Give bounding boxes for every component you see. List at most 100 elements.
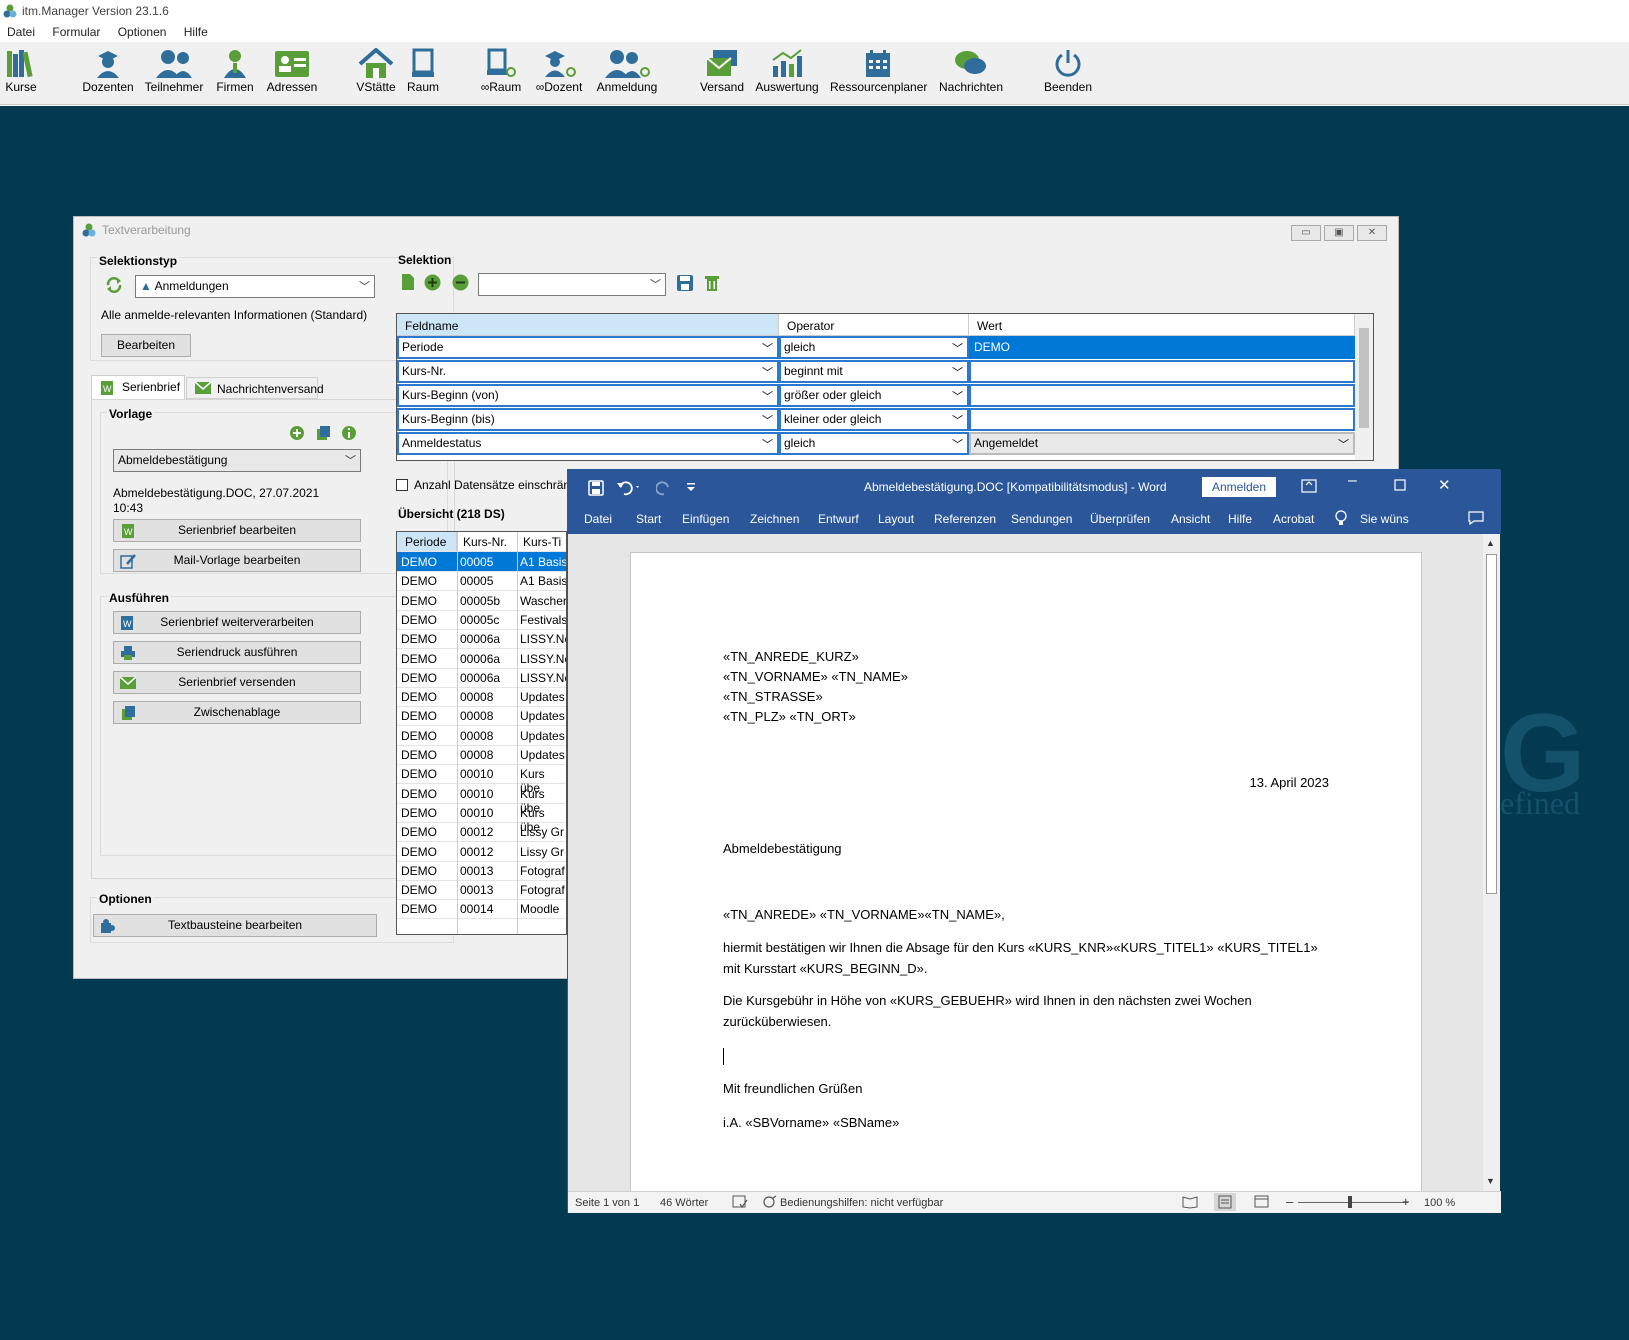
comments-icon[interactable] <box>1468 511 1484 528</box>
print-layout-icon[interactable] <box>1214 1193 1236 1211</box>
vorlage-select[interactable]: Abmeldebestätigung ﹀ <box>113 449 361 472</box>
serienbrief-bearbeiten-button[interactable]: W Serienbrief bearbeiten <box>113 519 361 542</box>
serienbrief-versenden-button[interactable]: Serienbrief versenden <box>113 671 361 694</box>
word-minimize-icon[interactable]: – <box>1348 472 1357 490</box>
ribbon-tab-sendungen[interactable]: Sendungen <box>1011 512 1072 526</box>
column-header-feldname[interactable]: Feldname <box>397 314 779 336</box>
ribbon-tab-layout[interactable]: Layout <box>878 512 914 526</box>
menu-formular[interactable]: Formular <box>45 22 107 39</box>
trash-icon[interactable] <box>704 274 720 295</box>
condition-value-cell[interactable] <box>969 384 1355 407</box>
seriendruck-ausfuehren-button[interactable]: Seriendruck ausführen <box>113 641 361 664</box>
copy-template-icon[interactable] <box>315 425 331 444</box>
remove-condition-icon[interactable] <box>452 274 469 294</box>
condition-operator-select[interactable]: gleich ﹀ <box>779 336 969 359</box>
zoom-slider[interactable] <box>1298 1202 1408 1203</box>
toolbar-anmeldung-button[interactable]: Anmeldung <box>593 46 661 94</box>
info-icon[interactable] <box>341 425 357 444</box>
column-header-periode[interactable]: Periode <box>397 532 457 551</box>
table-row[interactable]: DEMO 00010 Kurs übe <box>397 764 566 795</box>
menu-datei[interactable]: Datei <box>0 22 42 39</box>
condition-operator-select[interactable]: beginnt mit ﹀ <box>779 360 969 383</box>
web-layout-icon[interactable] <box>1254 1195 1270 1212</box>
table-row[interactable]: DEMO 00008 Updates <box>397 745 566 765</box>
scrollbar-thumb[interactable] <box>1486 554 1497 894</box>
condition-field-select[interactable]: Kurs-Beginn (von) ﹀ <box>397 384 779 407</box>
read-mode-icon[interactable] <box>1182 1195 1198 1212</box>
zoom-in-icon[interactable]: + <box>1402 1194 1410 1209</box>
toolbar-auswertung-button[interactable]: Auswertung <box>752 46 822 94</box>
word-save-icon[interactable] <box>588 480 604 499</box>
selektionstyp-edit-button[interactable]: Bearbeiten <box>101 334 191 357</box>
word-signin-button[interactable]: Anmelden <box>1202 477 1276 497</box>
redo-icon[interactable] <box>655 480 672 499</box>
word-vertical-scrollbar[interactable]: ▲ ▼ <box>1483 534 1500 1191</box>
refresh-icon[interactable] <box>105 276 123 297</box>
ribbon-tab-ansicht[interactable]: Ansicht <box>1171 512 1210 526</box>
table-row[interactable]: DEMO 00005c Festivals <box>397 610 566 630</box>
scroll-down-icon[interactable]: ▼ <box>1486 1176 1495 1186</box>
new-selection-icon[interactable] <box>401 273 415 294</box>
toolbar-adressen-button[interactable]: Adressen <box>266 46 318 94</box>
column-header-kurstitel[interactable]: Kurs-Ti <box>523 535 561 549</box>
table-row[interactable]: DEMO 00005 A1 Basis <box>397 571 566 592</box>
status-zoom[interactable]: 100 % <box>1424 1197 1455 1209</box>
table-row[interactable]: DEMO 00006a LISSY.Ne <box>397 629 566 650</box>
table-row[interactable]: DEMO 00005 A1 Basis <box>397 552 566 572</box>
column-header-kursnr[interactable]: Kurs-Nr. <box>463 535 507 549</box>
ribbon-tab-zeichnen[interactable]: Zeichnen <box>750 512 799 526</box>
status-accessibility[interactable]: Bedienungshilfen: nicht verfügbar <box>780 1197 943 1209</box>
customize-toolbar-icon[interactable] <box>686 480 696 497</box>
close-button[interactable]: ✕ <box>1357 225 1387 241</box>
document-page[interactable]: «TN_ANREDE_KURZ» «TN_VORNAME» «TN_NAME» … <box>630 552 1422 1192</box>
condition-value-cell[interactable] <box>969 408 1355 431</box>
condition-operator-select[interactable]: gleich ﹀ <box>779 432 969 455</box>
table-row[interactable]: DEMO 00008 Updates <box>397 726 566 746</box>
toolbar-ressourcenplaner-button[interactable]: Ressourcenplaner <box>830 46 927 94</box>
undo-icon[interactable] <box>616 480 642 499</box>
condition-field-select[interactable]: Anmeldestatus ﹀ <box>397 432 779 455</box>
table-row[interactable]: DEMO 00008 Updates <box>397 706 566 727</box>
textbausteine-bearbeiten-button[interactable]: Textbausteine bearbeiten <box>93 914 377 937</box>
column-header-wert[interactable]: Wert <box>969 314 1355 336</box>
condition-value-cell[interactable] <box>969 360 1355 383</box>
table-row[interactable]: DEMO 00014 Moodle <box>397 899 566 920</box>
toolbar-dozent-link-button[interactable]: ∞Dozent <box>532 46 586 94</box>
condition-field-select[interactable]: Kurs-Nr. ﹀ <box>397 360 779 383</box>
save-icon[interactable] <box>676 274 694 295</box>
table-row[interactable]: DEMO 00006a LISSY.Ne <box>397 649 566 669</box>
ribbon-tab-acrobat[interactable]: Acrobat <box>1273 512 1314 526</box>
ribbon-tab-entwurf[interactable]: Entwurf <box>818 512 859 526</box>
status-words[interactable]: 46 Wörter <box>660 1197 708 1209</box>
scrollbar-thumb[interactable] <box>1359 328 1369 428</box>
ribbon-tab-ueberpruefen[interactable]: Überprüfen <box>1090 512 1150 526</box>
table-row[interactable]: DEMO 00010 Kurs übe <box>397 803 566 834</box>
toolbar-teilnehmer-button[interactable]: Teilnehmer <box>143 46 205 94</box>
tell-me-search[interactable]: Sie wüns <box>1360 512 1409 526</box>
word-close-icon[interactable]: ✕ <box>1438 476 1451 494</box>
tab-nachrichtenversand[interactable]: Nachrichtenversand <box>186 377 324 399</box>
toolbar-firmen-button[interactable]: Firmen <box>214 46 256 94</box>
limit-records-checkbox[interactable] <box>396 479 408 491</box>
ribbon-tab-datei[interactable]: Datei <box>584 512 612 526</box>
table-row[interactable]: DEMO 00013 Fotograf <box>397 861 566 881</box>
toolbar-versand-button[interactable]: Versand <box>699 46 745 94</box>
condition-operator-select[interactable]: größer oder gleich ﹀ <box>779 384 969 407</box>
zoom-out-icon[interactable]: – <box>1286 1194 1293 1209</box>
table-row[interactable]: DEMO 00008 Updates <box>397 687 566 708</box>
table-row[interactable]: DEMO 00005b Wascher <box>397 591 566 611</box>
zoom-slider-thumb[interactable] <box>1348 1196 1352 1208</box>
toolbar-raum-button[interactable]: Raum <box>405 46 441 94</box>
serienbrief-weiterverarbeiten-button[interactable]: W Serienbrief weiterverarbeiten <box>113 611 361 634</box>
scroll-up-icon[interactable]: ▲ <box>1486 538 1495 548</box>
mail-vorlage-bearbeiten-button[interactable]: Mail-Vorlage bearbeiten <box>113 549 361 572</box>
table-row[interactable]: DEMO 00012 Lissy Gr <box>397 842 566 862</box>
accessibility-icon[interactable] <box>762 1195 778 1212</box>
maximize-button[interactable]: ▣ <box>1324 225 1354 241</box>
tab-serienbrief[interactable]: W Serienbrief <box>91 375 185 399</box>
ribbon-tab-start[interactable]: Start <box>636 512 661 526</box>
ribbon-tab-einfuegen[interactable]: Einfügen <box>682 512 729 526</box>
status-page[interactable]: Seite 1 von 1 <box>575 1197 639 1209</box>
condition-value-cell[interactable]: DEMO <box>969 336 1355 359</box>
saved-selection-select[interactable]: ﹀ <box>478 273 666 296</box>
